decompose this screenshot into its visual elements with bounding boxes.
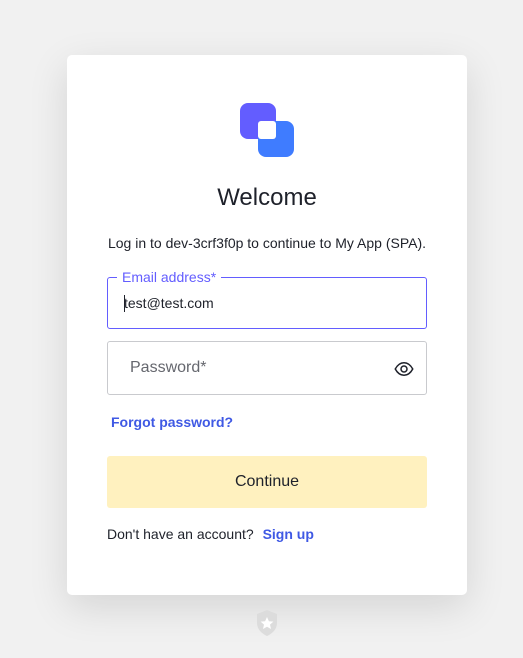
signup-prompt: Don't have an account? — [107, 526, 254, 542]
login-card: Welcome Log in to dev-3crf3f0p to contin… — [67, 55, 467, 595]
eye-icon[interactable] — [394, 359, 414, 379]
forgot-password-link[interactable]: Forgot password? — [111, 413, 233, 431]
text-cursor — [124, 295, 125, 312]
email-input-value[interactable]: test@test.com — [124, 278, 214, 328]
page-title: Welcome — [217, 184, 317, 211]
app-logo — [240, 103, 294, 157]
login-page: Welcome Log in to dev-3crf3f0p to contin… — [0, 0, 523, 658]
shield-star-icon — [257, 610, 277, 636]
login-description: Log in to dev-3crf3f0p to continue to My… — [107, 235, 427, 251]
signup-row: Don't have an account? Sign up — [107, 525, 314, 543]
password-field[interactable]: Password* — [107, 341, 427, 395]
password-placeholder: Password* — [130, 359, 207, 376]
signup-link[interactable]: Sign up — [263, 526, 314, 542]
continue-button[interactable]: Continue — [107, 456, 427, 508]
email-field[interactable]: Email address* test@test.com — [107, 268, 427, 329]
